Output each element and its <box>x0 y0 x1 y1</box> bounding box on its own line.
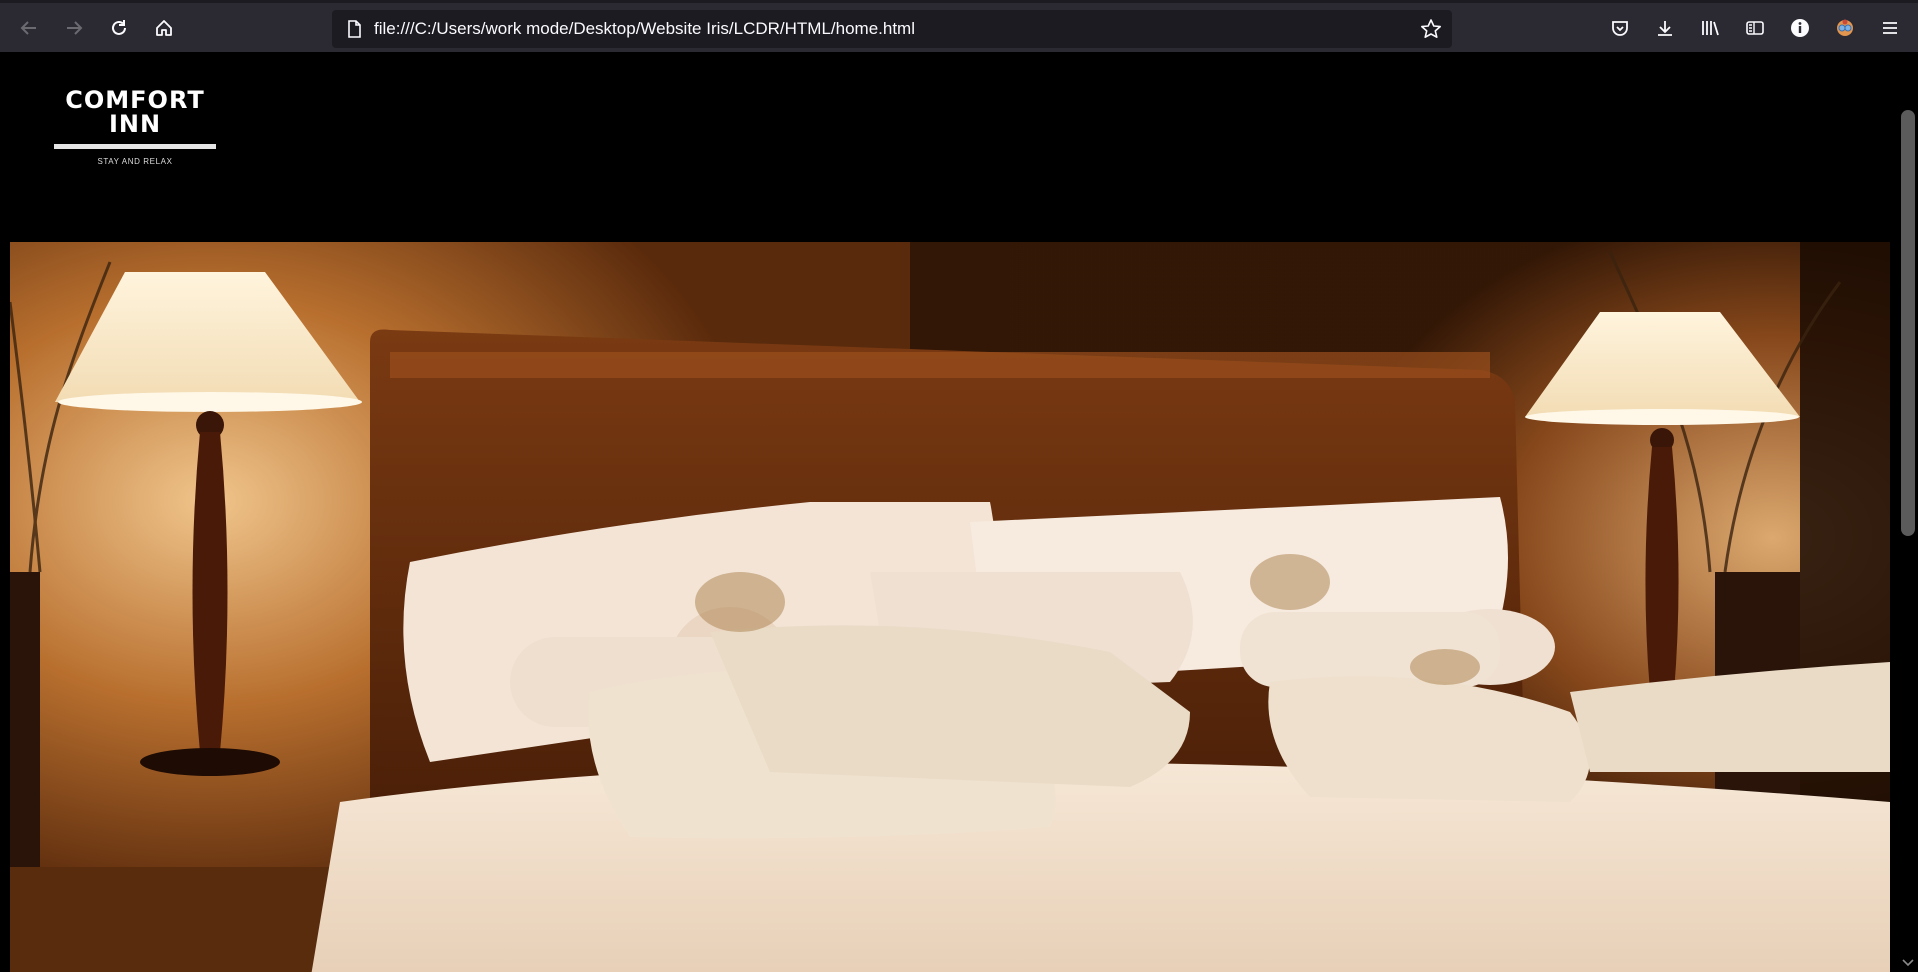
menu-button[interactable] <box>1872 10 1908 46</box>
sidebar-button[interactable] <box>1737 10 1773 46</box>
info-icon <box>1791 19 1809 37</box>
logo-line-2: INN <box>108 110 162 138</box>
logo-line-1: COMFORT <box>65 86 205 114</box>
page-icon <box>348 20 361 38</box>
url-text[interactable]: file:///C:/Users/work mode/Desktop/Websi… <box>374 19 915 39</box>
reload-icon <box>112 20 126 35</box>
page-viewport: COMFORT INN STAY AND RELAX <box>0 52 1898 972</box>
chevron-down-icon[interactable] <box>1902 958 1914 968</box>
reload-button[interactable] <box>101 10 137 46</box>
forward-button[interactable] <box>56 10 92 46</box>
logo-underline <box>54 144 216 149</box>
account-button[interactable] <box>1827 10 1863 46</box>
extension-button[interactable] <box>1782 10 1818 46</box>
home-button[interactable] <box>146 10 182 46</box>
bedroom-illustration <box>10 242 1890 972</box>
address-bar[interactable]: file:///C:/Users/work mode/Desktop/Websi… <box>332 10 1452 48</box>
sidebar-icon <box>1746 21 1764 35</box>
site-logo[interactable]: COMFORT INN STAY AND RELAX <box>54 88 216 166</box>
back-button[interactable] <box>11 10 47 46</box>
arrow-right-icon <box>67 21 83 35</box>
arrow-left-icon <box>20 21 36 35</box>
pocket-icon <box>1612 21 1628 36</box>
library-icon <box>1702 21 1719 36</box>
pocket-button[interactable] <box>1602 10 1638 46</box>
downloads-button[interactable] <box>1647 10 1683 46</box>
logo-tagline: STAY AND RELAX <box>97 157 173 166</box>
scrollbar-thumb[interactable] <box>1901 110 1915 536</box>
browser-toolbar: file:///C:/Users/work mode/Desktop/Websi… <box>0 0 1918 52</box>
hero-image-bedroom <box>10 242 1890 972</box>
home-icon <box>156 20 172 36</box>
star-icon[interactable] <box>1420 18 1442 40</box>
avatar-icon <box>1837 19 1853 36</box>
library-button[interactable] <box>1692 10 1728 46</box>
page-scrollbar[interactable] <box>1898 52 1918 972</box>
hamburger-menu-icon <box>1883 22 1897 34</box>
download-icon <box>1658 21 1672 36</box>
